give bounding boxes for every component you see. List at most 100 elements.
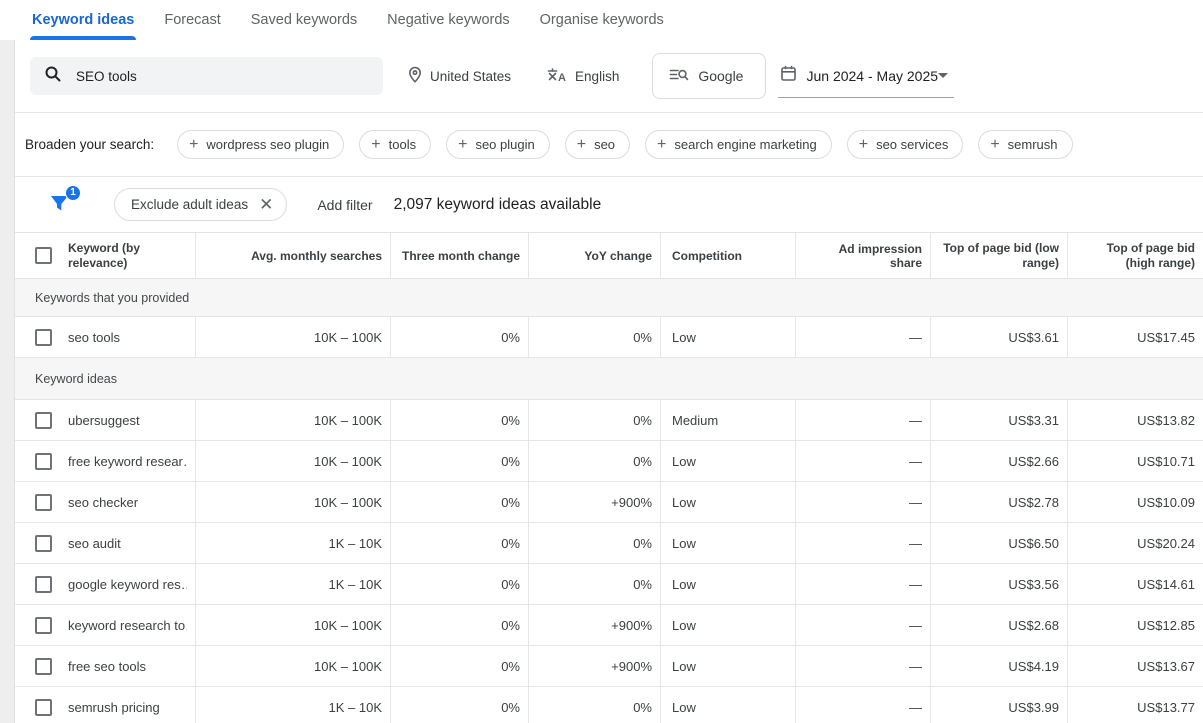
row-checkbox[interactable] — [35, 658, 52, 675]
cell-keyword: free keyword resear… — [15, 441, 195, 481]
plus-icon: + — [458, 137, 467, 153]
keyword-label: semrush pricing — [68, 700, 160, 715]
cell-top-of-page-bid-low: US$4.19 — [930, 646, 1067, 686]
search-settings-row: United States A English — [15, 40, 1203, 113]
cell-keyword: seo tools — [15, 317, 195, 357]
chip-label: search engine marketing — [674, 137, 816, 152]
row-checkbox[interactable] — [35, 576, 52, 593]
header-ad-impression-share[interactable]: Ad impression share — [795, 233, 930, 278]
table-body: Keywords that you providedseo tools10K –… — [15, 279, 1203, 723]
cell-keyword: google keyword res… — [15, 564, 195, 604]
cell-three-month-change: 0% — [390, 564, 528, 604]
row-checkbox[interactable] — [35, 617, 52, 634]
language-label: English — [575, 69, 619, 84]
cell-top-of-page-bid-high: US$17.45 — [1067, 317, 1203, 357]
chip-label: seo services — [876, 137, 948, 152]
table-header-row: Keyword (by relevance) Avg. monthly sear… — [15, 233, 1203, 279]
date-range-picker[interactable]: Jun 2024 - May 2025 — [778, 54, 954, 98]
search-network-icon — [669, 67, 689, 86]
chip-label: tools — [389, 137, 416, 152]
table-row: seo tools10K – 100K0%0%Low—US$3.61US$17.… — [15, 317, 1203, 358]
cell-top-of-page-bid-low: US$6.50 — [930, 523, 1067, 563]
main-content: United States A English — [15, 40, 1203, 723]
select-all-checkbox[interactable] — [35, 247, 52, 264]
cell-three-month-change: 0% — [390, 400, 528, 440]
close-icon[interactable]: ✕ — [259, 196, 273, 213]
table-row: keyword research to…10K – 100K0%+900%Low… — [15, 605, 1203, 646]
row-checkbox[interactable] — [35, 494, 52, 511]
header-top-bid-low[interactable]: Top of page bid (low range) — [930, 233, 1067, 278]
header-top-bid-high[interactable]: Top of page bid (high range) — [1067, 233, 1203, 278]
tab-forecast[interactable]: Forecast — [164, 0, 220, 40]
cell-competition: Low — [660, 646, 795, 686]
header-keyword: Keyword (by relevance) — [15, 233, 195, 278]
keywords-table: Keyword (by relevance) Avg. monthly sear… — [15, 232, 1203, 723]
table-row: free keyword resear…10K – 100K0%0%Low—US… — [15, 441, 1203, 482]
cell-yoy-change: 0% — [528, 564, 660, 604]
left-gutter — [0, 40, 15, 723]
cell-top-of-page-bid-low: US$2.68 — [930, 605, 1067, 645]
broaden-chip[interactable]: + semrush — [978, 130, 1072, 159]
chip-label: semrush — [1008, 137, 1058, 152]
add-filter-button[interactable]: Add filter — [317, 197, 372, 213]
language-selector[interactable]: A English — [547, 67, 619, 86]
keyword-search-box[interactable] — [30, 57, 383, 95]
cell-top-of-page-bid-low: US$3.56 — [930, 564, 1067, 604]
network-selector-button[interactable]: Google — [652, 53, 766, 99]
cell-keyword: semrush pricing — [15, 687, 195, 723]
cell-competition: Low — [660, 523, 795, 563]
cell-keyword: seo checker — [15, 482, 195, 522]
cell-three-month-change: 0% — [390, 687, 528, 723]
filter-row: 1 Exclude adult ideas ✕ Add filter 2,097… — [15, 177, 1203, 232]
row-checkbox[interactable] — [35, 329, 52, 346]
cell-top-of-page-bid-high: US$13.77 — [1067, 687, 1203, 723]
network-label: Google — [698, 68, 743, 84]
tab-negative-keywords[interactable]: Negative keywords — [387, 0, 510, 40]
keyword-label: ubersuggest — [68, 413, 140, 428]
cell-ad-impression-share: — — [795, 605, 930, 645]
broaden-chip-list: + wordpress seo plugin + tools + seo plu… — [177, 130, 1072, 159]
filter-funnel-icon[interactable]: 1 — [48, 192, 74, 218]
broaden-chip[interactable]: + seo — [565, 130, 630, 159]
row-checkbox[interactable] — [35, 535, 52, 552]
row-checkbox[interactable] — [35, 453, 52, 470]
translate-icon: A — [547, 67, 568, 86]
cell-ad-impression-share: — — [795, 646, 930, 686]
keyword-label: free keyword resear… — [68, 454, 187, 469]
location-selector[interactable]: United States — [407, 66, 511, 86]
cell-top-of-page-bid-low: US$2.66 — [930, 441, 1067, 481]
results-summary: 2,097 keyword ideas available — [394, 196, 602, 214]
header-yoy-change[interactable]: YoY change — [528, 233, 660, 278]
broaden-chip[interactable]: + search engine marketing — [645, 130, 832, 159]
tab-keyword-ideas[interactable]: Keyword ideas — [32, 0, 134, 40]
cell-ad-impression-share: — — [795, 400, 930, 440]
row-checkbox[interactable] — [35, 412, 52, 429]
cell-top-of-page-bid-high: US$20.24 — [1067, 523, 1203, 563]
table-row: google keyword res…1K – 10K0%0%Low—US$3.… — [15, 564, 1203, 605]
active-filter-chip[interactable]: Exclude adult ideas ✕ — [114, 188, 287, 221]
cell-keyword: keyword research to… — [15, 605, 195, 645]
broaden-chip[interactable]: + wordpress seo plugin — [177, 130, 344, 159]
cell-ad-impression-share: — — [795, 523, 930, 563]
cell-yoy-change: 0% — [528, 400, 660, 440]
row-checkbox[interactable] — [35, 699, 52, 716]
svg-text:A: A — [558, 72, 566, 83]
cell-avg-monthly-searches: 10K – 100K — [195, 441, 390, 481]
broaden-chip[interactable]: + tools — [359, 130, 431, 159]
cell-top-of-page-bid-high: US$12.85 — [1067, 605, 1203, 645]
header-avg-monthly-searches[interactable]: Avg. monthly searches — [195, 233, 390, 278]
table-row: free seo tools10K – 100K0%+900%Low—US$4.… — [15, 646, 1203, 687]
header-three-month-change[interactable]: Three month change — [390, 233, 528, 278]
cell-top-of-page-bid-low: US$3.61 — [930, 317, 1067, 357]
table-row: seo audit1K – 10K0%0%Low—US$6.50US$20.24 — [15, 523, 1203, 564]
search-input[interactable] — [76, 69, 369, 84]
cell-avg-monthly-searches: 1K – 10K — [195, 564, 390, 604]
chip-label: wordpress seo plugin — [206, 137, 329, 152]
keyword-label: seo audit — [68, 536, 121, 551]
tab-organise-keywords[interactable]: Organise keywords — [540, 0, 664, 40]
broaden-search-label: Broaden your search: — [25, 137, 154, 152]
header-competition[interactable]: Competition — [660, 233, 795, 278]
broaden-chip[interactable]: + seo services — [847, 130, 964, 159]
broaden-chip[interactable]: + seo plugin — [446, 130, 550, 159]
tab-saved-keywords[interactable]: Saved keywords — [251, 0, 357, 40]
